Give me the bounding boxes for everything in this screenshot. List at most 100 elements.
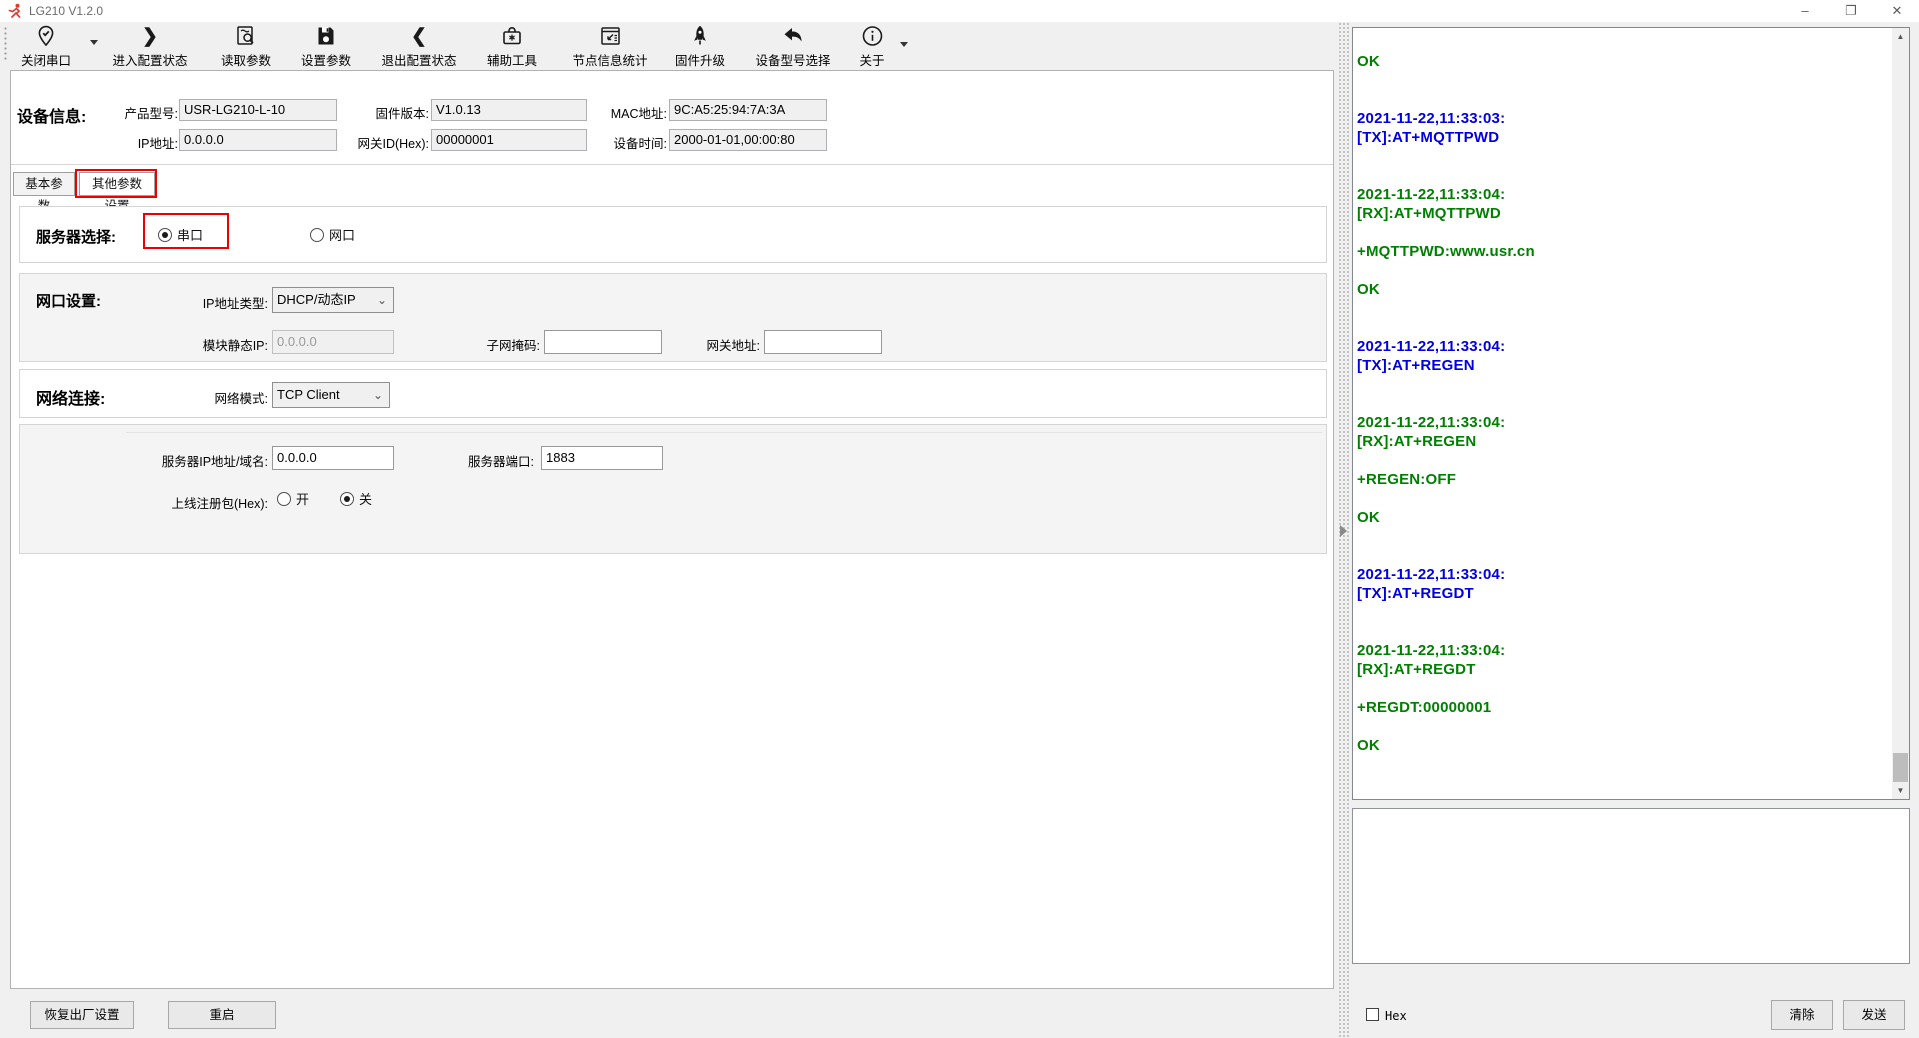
static-ip-input[interactable]: 0.0.0.0	[272, 330, 394, 354]
radio-reg-off[interactable]: 关	[340, 489, 372, 509]
log-entry: OK	[1357, 508, 1889, 527]
panel-splitter[interactable]	[1338, 22, 1350, 1038]
send-button[interactable]: 发送	[1843, 1000, 1905, 1030]
app-logo-icon	[8, 3, 23, 18]
eth-settings-label: 网口设置:	[36, 290, 101, 311]
radio-reg-on-icon[interactable]	[277, 492, 291, 506]
toolbar-enter-config-button[interactable]: ❯ 进入配置状态	[112, 24, 187, 69]
reg-pkg-label: 上线注册包(Hex):	[160, 493, 268, 512]
radio-ethernet-icon[interactable]	[310, 228, 324, 242]
toolbar-item-label: 关闭串口	[21, 50, 71, 69]
server-ip-input[interactable]: 0.0.0.0	[272, 446, 394, 470]
app-window: LG210 V1.2.0 – ❐ ✕ 关闭串口 ❯ 进入配置状态	[0, 0, 1919, 1038]
net-mode-value: TCP Client	[277, 387, 340, 402]
send-input[interactable]	[1352, 808, 1910, 964]
toolbar-node-stats-button[interactable]: 节点信息统计	[572, 24, 647, 69]
net-conn-section: 网络连接: 网络模式: TCP Client ⌄	[19, 369, 1327, 418]
firmware-version-value: V1.0.13	[431, 99, 587, 121]
toolbar-item-label: 关于	[859, 50, 884, 69]
scroll-thumb[interactable]	[1893, 753, 1908, 785]
toolbar-grip[interactable]	[3, 26, 8, 62]
tab-basic-params[interactable]: 基本参数	[13, 172, 75, 196]
log-entry: 2021-11-22,11:33:04:[RX]:AT+MQTTPWD	[1357, 185, 1889, 223]
config-panel: 设备信息: 产品型号: USR-LG210-L-10 固件版本: V1.0.13…	[10, 70, 1334, 989]
eth-settings-section: 网口设置: IP地址类型: DHCP/动态IP ⌄ 模块静态IP: 0.0.0.…	[19, 273, 1327, 362]
toolbar-item-label: 进入配置状态	[112, 50, 187, 69]
gateway-addr-input[interactable]	[764, 330, 882, 354]
radio-ethernet-label: 网口	[329, 228, 355, 243]
gateway-id-value: 00000001	[431, 129, 587, 151]
toolbox-icon	[487, 24, 537, 50]
radio-reg-off-label: 关	[359, 492, 372, 507]
toolbar-item-label: 设置参数	[301, 50, 351, 69]
tab-other-params[interactable]: 其他参数设置	[79, 172, 155, 196]
log-entry: +REGEN:OFF	[1357, 470, 1889, 489]
toolbar-exit-config-button[interactable]: ❮ 退出配置状态	[381, 24, 456, 69]
toolbar-model-select-button[interactable]: 设备型号选择	[755, 24, 830, 69]
ip-address-value: 0.0.0.0	[179, 129, 337, 151]
server-port-input[interactable]: 1883	[541, 446, 663, 470]
scroll-down-icon[interactable]: ▼	[1892, 782, 1909, 799]
device-time-value: 2000-01-01,00:00:80	[669, 129, 827, 151]
radio-reg-on[interactable]: 开	[277, 489, 309, 509]
doc-search-icon	[221, 24, 271, 50]
server-select-section: 服务器选择: 串口 网口	[19, 206, 1327, 263]
toolbar-firmware-upgrade-button[interactable]: 固件升级	[675, 24, 725, 69]
splitter-collapse-icon[interactable]	[1340, 525, 1347, 537]
back-arrow-icon	[755, 24, 830, 50]
conn-detail-section: 服务器IP地址/域名: 0.0.0.0 服务器端口: 1883 上线注册包(He…	[19, 424, 1327, 554]
log-panel: OK 2021-11-22,11:33:03:[TX]:AT+MQTTPWD 202…	[1352, 27, 1910, 800]
log-entry: OK	[1357, 736, 1889, 755]
radio-reg-off-icon[interactable]	[340, 492, 354, 506]
radio-ethernet[interactable]: 网口	[310, 225, 355, 245]
scroll-up-icon[interactable]: ▲	[1892, 28, 1909, 45]
close-button[interactable]: ✕	[1874, 0, 1919, 24]
save-icon	[301, 24, 351, 50]
stats-window-icon	[572, 24, 647, 50]
radio-serial-icon[interactable]	[158, 228, 172, 242]
about-dropdown-icon[interactable]	[900, 42, 908, 47]
toolbar-read-params-button[interactable]: 读取参数	[221, 24, 271, 69]
toolbar-close-serial-button[interactable]: 关闭串口	[21, 24, 71, 69]
toolbar-set-params-button[interactable]: 设置参数	[301, 24, 351, 69]
toolbar-aux-tools-button[interactable]: 辅助工具	[487, 24, 537, 69]
log-output[interactable]: OK 2021-11-22,11:33:03:[TX]:AT+MQTTPWD 202…	[1357, 52, 1889, 797]
window-title: LG210 V1.2.0	[29, 4, 103, 18]
title-bar: LG210 V1.2.0 – ❐ ✕	[0, 0, 1919, 22]
close-serial-dropdown-icon[interactable]	[90, 40, 98, 45]
toolbar-about-button[interactable]: 关于	[859, 24, 884, 69]
net-mode-label: 网络模式:	[170, 388, 268, 407]
pin-check-icon	[21, 24, 71, 50]
restore-button[interactable]: ❐	[1828, 0, 1874, 24]
log-entry: 2021-11-22,11:33:03:[TX]:AT+MQTTPWD	[1357, 109, 1889, 147]
chevron-down-icon: ⌄	[377, 288, 387, 312]
minimize-button[interactable]: –	[1782, 0, 1828, 24]
mac-address-value: 9C:A5:25:94:7A:3A	[669, 99, 827, 121]
log-scrollbar[interactable]: ▲ ▼	[1892, 28, 1909, 799]
toolbar-item-label: 设备型号选择	[755, 50, 830, 69]
restart-button[interactable]: 重启	[168, 1001, 276, 1029]
hex-checkbox[interactable]	[1366, 1008, 1379, 1021]
mac-address-label: MAC地址:	[601, 103, 667, 122]
ip-type-value: DHCP/动态IP	[277, 292, 356, 307]
radio-serial[interactable]: 串口	[158, 225, 203, 245]
server-ip-label: 服务器IP地址/域名:	[138, 451, 268, 470]
ip-type-select[interactable]: DHCP/动态IP ⌄	[272, 287, 394, 313]
radio-serial-label: 串口	[177, 228, 203, 243]
chevron-right-icon: ❯	[112, 24, 187, 50]
info-icon	[859, 24, 884, 50]
device-time-label: 设备时间:	[601, 133, 667, 152]
ip-address-label: IP地址:	[116, 133, 178, 152]
chevron-left-icon: ❮	[381, 24, 456, 50]
log-entry: 2021-11-22,11:33:04:[RX]:AT+REGDT	[1357, 641, 1889, 679]
subnet-mask-input[interactable]	[544, 330, 662, 354]
log-entry: 2021-11-22,11:33:04:[TX]:AT+REGDT	[1357, 565, 1889, 603]
toolbar-item-label: 辅助工具	[487, 50, 537, 69]
radio-reg-on-label: 开	[296, 492, 309, 507]
hex-checkbox-label: Hex	[1385, 1009, 1407, 1023]
net-conn-label: 网络连接:	[36, 385, 105, 409]
clear-button[interactable]: 清除	[1771, 1000, 1833, 1030]
net-mode-select[interactable]: TCP Client ⌄	[272, 382, 390, 408]
toolbar-item-label: 读取参数	[221, 50, 271, 69]
factory-reset-button[interactable]: 恢复出厂设置	[30, 1001, 134, 1029]
